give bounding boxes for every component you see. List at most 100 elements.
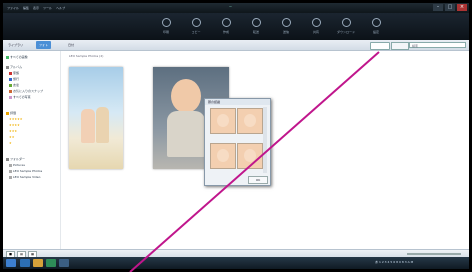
app-icon[interactable] (46, 259, 56, 267)
download-icon (341, 18, 351, 27)
sidebar-item-2-stars[interactable]: ★★ (9, 135, 14, 139)
tab-library[interactable]: ライブラリ (5, 41, 26, 49)
tool-label: 共有 (312, 30, 319, 34)
sidebar-item-folders[interactable]: フォルダー (6, 157, 25, 161)
app-window: ファイル 編集 表示 ツール ヘルプ ー – □ × 印刷 コピー 作成 転送 … (3, 3, 469, 269)
folder-icon (9, 169, 12, 173)
sidebar-item-pictures[interactable]: Pictures (9, 163, 25, 167)
face-thumbnail[interactable] (237, 143, 263, 169)
menu-view[interactable]: 表示 (33, 5, 39, 11)
maximize-icon[interactable]: □ (445, 4, 455, 11)
sidebar-item-family[interactable]: 家族 (9, 71, 19, 75)
sidebar-item-label: お気に入りのスナップ (13, 89, 44, 93)
folder-icon (6, 55, 9, 59)
zoom-slider[interactable] (407, 253, 461, 255)
photo-figure (81, 109, 95, 143)
minimize-icon[interactable]: – (433, 4, 443, 11)
sidebar: すべての画像 アルバム 家族 旅行 友達 お気に入りのスナップ すべての写真 評… (3, 51, 61, 249)
sidebar-item-label: Pictures (13, 163, 25, 167)
tag-icon (9, 71, 12, 75)
tool-create-button[interactable]: 作成 (213, 15, 239, 37)
tool-send-button[interactable]: 送信 (273, 15, 299, 37)
close-icon[interactable]: × (457, 4, 467, 11)
breadcrumb: LEO Sample Photos (2) (69, 54, 104, 58)
face-thumbnail[interactable] (210, 143, 236, 169)
album-icon (6, 65, 9, 69)
tool-transfer-button[interactable]: 転送 (243, 15, 269, 37)
photo-thumbnail-beach[interactable] (69, 67, 123, 169)
sidebar-item-label: LEO Sample Photos (13, 169, 43, 173)
face-detect-dialog: 顔の認識 OK (204, 98, 271, 186)
tab-photos[interactable]: フォト (36, 41, 52, 49)
gear-icon (371, 18, 381, 27)
tool-label: 印刷 (162, 30, 169, 34)
folder-icon (9, 175, 12, 179)
sidebar-item-sample-photos[interactable]: LEO Sample Photos (9, 169, 42, 173)
face-icon (244, 114, 256, 127)
sidebar-item-4-stars[interactable]: ★★★★ (9, 123, 20, 127)
start-icon[interactable] (6, 259, 16, 267)
dialog-scrollbar[interactable] (263, 107, 267, 173)
tool-label: 設定 (372, 30, 379, 34)
tool-share-button[interactable]: 共有 (303, 15, 329, 37)
tool-label: ダウンロード (336, 30, 355, 34)
sidebar-item-friends[interactable]: 友達 (9, 83, 19, 87)
star-icon (6, 111, 9, 115)
face-thumbnail[interactable] (237, 108, 263, 134)
menu-edit[interactable]: 編集 (23, 5, 29, 11)
tab-date[interactable]: 日付 (65, 41, 77, 49)
app-icon[interactable] (59, 259, 69, 267)
face-thumbnail[interactable] (210, 108, 236, 134)
sidebar-item-albums[interactable]: アルバム (6, 65, 22, 69)
tool-print-button[interactable]: 印刷 (153, 15, 179, 37)
tool-label: 作成 (222, 30, 229, 34)
search-input[interactable]: 検索 (409, 42, 466, 48)
window-title: ー (229, 5, 233, 9)
menu-help[interactable]: ヘルプ (56, 5, 65, 11)
sidebar-item-label: ★★★ (9, 129, 18, 133)
sidebar-item-snaps[interactable]: お気に入りのスナップ (9, 89, 43, 93)
tag-icon (9, 95, 12, 99)
face-icon (217, 114, 229, 127)
view-slider[interactable] (370, 42, 390, 50)
menu-tools[interactable]: ツール (43, 5, 52, 11)
sidebar-item-label: ★★★★★ (9, 117, 23, 121)
photo-body (167, 111, 205, 157)
sidebar-item-rating[interactable]: 評価 (6, 111, 16, 115)
menu-file[interactable]: ファイル (7, 5, 19, 11)
sidebar-item-label: フォルダー (10, 157, 26, 161)
sidebar-item-all-photos[interactable]: すべての写真 (9, 95, 31, 99)
window-controls: – □ × (433, 4, 467, 11)
share-icon (311, 18, 321, 27)
sidebar-item-travel[interactable]: 旅行 (9, 77, 19, 81)
sidebar-item-sample-video[interactable]: LEO Sample Video (9, 175, 41, 179)
tool-label: 送信 (282, 30, 289, 34)
folder-icon (9, 163, 12, 167)
sidebar-item-label: 友達 (13, 83, 20, 87)
send-icon (281, 18, 291, 27)
sidebar-item-1-star[interactable]: ★ (9, 141, 12, 145)
title-bar: ファイル 編集 表示 ツール ヘルプ ー – □ × (3, 3, 469, 13)
sidebar-item-label: アルバム (10, 65, 22, 69)
ok-button[interactable]: OK (248, 176, 268, 184)
sidebar-item-label: 旅行 (13, 77, 20, 81)
printer-icon (161, 18, 171, 27)
tool-settings-button[interactable]: 設定 (363, 15, 389, 37)
sidebar-item-label: すべての写真 (13, 95, 31, 99)
view-toggle-button[interactable] (391, 42, 409, 50)
folder-icon[interactable] (33, 259, 43, 267)
sidebar-item-5-stars[interactable]: ★★★★★ (9, 117, 22, 121)
ribbon-toolbar: 印刷 コピー 作成 転送 送信 共有 ダウンロード 設定 (3, 13, 469, 40)
nav-bar: ライブラリ フォト 日付 検索 (3, 40, 469, 51)
tool-download-button[interactable]: ダウンロード (333, 15, 359, 37)
menu-bar: ファイル 編集 表示 ツール ヘルプ (7, 5, 65, 11)
face-icon (217, 149, 229, 162)
tool-copy-button[interactable]: コピー (183, 15, 209, 37)
tool-label: 転送 (252, 30, 259, 34)
browser-icon[interactable] (20, 259, 30, 267)
sidebar-item-3-stars[interactable]: ★★★ (9, 129, 17, 133)
photo-face (171, 79, 201, 113)
folder-icon (6, 157, 9, 161)
tag-icon (9, 89, 12, 93)
sidebar-item-all[interactable]: すべての画像 (6, 55, 28, 59)
